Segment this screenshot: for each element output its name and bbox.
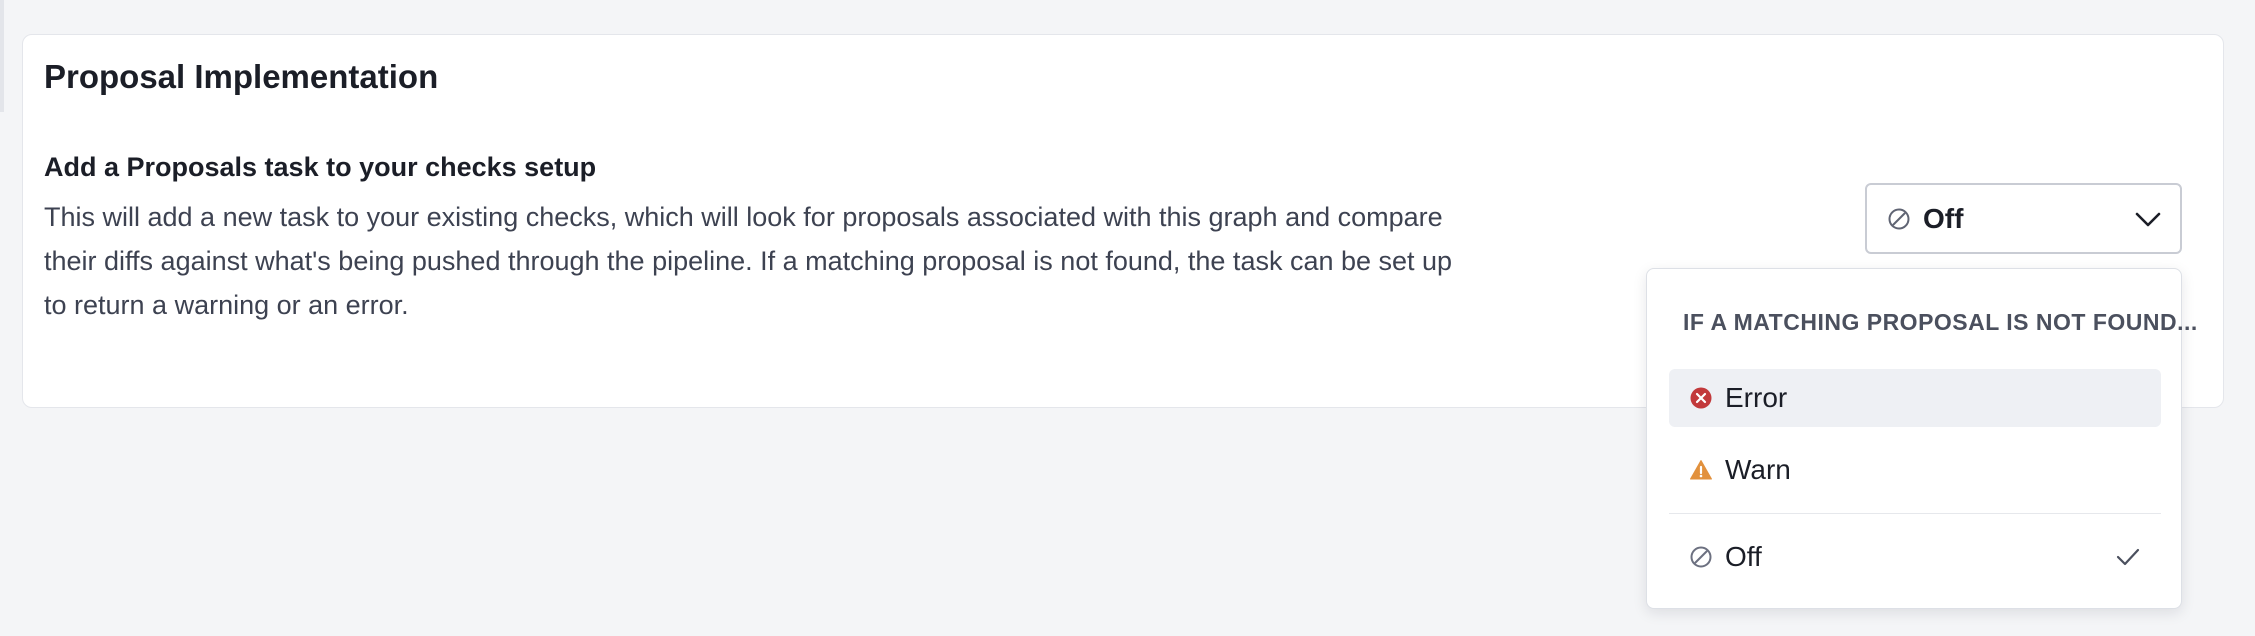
off-circle-icon bbox=[1887, 207, 1911, 231]
select-dropdown-menu: IF A MATCHING PROPOSAL IS NOT FOUND... E… bbox=[1646, 268, 2197, 609]
menu-item-warn[interactable]: Warn bbox=[1669, 441, 2161, 499]
card-title: Proposal Implementation bbox=[44, 58, 439, 95]
menu-item-off[interactable]: Off bbox=[1669, 528, 2161, 586]
setting-description: This will add a new task to your existin… bbox=[44, 202, 1453, 320]
off-circle-icon bbox=[1689, 545, 1713, 569]
menu-header: IF A MATCHING PROPOSAL IS NOT FOUND... bbox=[1683, 309, 2198, 335]
select-value: Off bbox=[1923, 202, 1964, 234]
left-edge-rail bbox=[0, 0, 4, 112]
error-circle-icon bbox=[1689, 386, 1713, 410]
menu-item-label: Off bbox=[1725, 541, 1762, 572]
chevron-down-icon bbox=[2134, 207, 2162, 236]
warning-triangle-icon bbox=[1689, 458, 1713, 482]
menu-item-label: Error bbox=[1725, 382, 1788, 413]
menu-item-label: Warn bbox=[1725, 454, 1791, 485]
setting-title: Add a Proposals task to your checks setu… bbox=[44, 152, 597, 182]
checkmark-icon bbox=[2115, 545, 2141, 574]
proposal-check-select[interactable]: Off bbox=[1865, 183, 2182, 254]
menu-divider bbox=[1669, 513, 2161, 514]
menu-item-error[interactable]: Error bbox=[1669, 369, 2161, 427]
